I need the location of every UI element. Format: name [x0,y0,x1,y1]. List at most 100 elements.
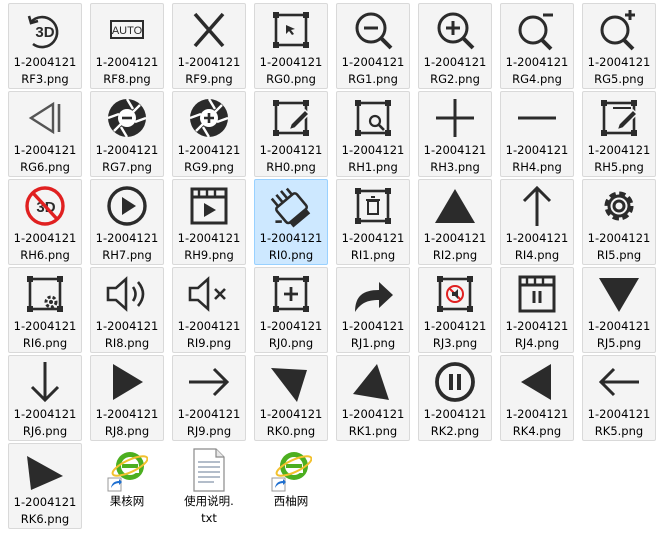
file-item[interactable]: 1-2004121 RH1.png [336,91,410,177]
file-item[interactable]: 1-2004121 RG6.png [8,91,82,177]
file-item[interactable]: 1-2004121 RJ5.png [582,267,656,353]
file-item[interactable]: 1-2004121 RG1.png [336,3,410,89]
file-item[interactable]: 1-2004121 RH5.png [582,91,656,177]
file-item[interactable]: 1-2004121 RK5.png [582,355,656,441]
file-name-line2: RF8.png [103,72,151,86]
file-item[interactable]: 1-2004121 RH0.png [254,91,328,177]
file-item[interactable]: 1-2004121 RF9.png [172,3,246,89]
file-item[interactable]: 1-2004121 RK4.png [500,355,574,441]
file-name-line2: RK1.png [348,424,398,438]
file-item[interactable]: 1-2004121 RG7.png [90,91,164,177]
file-item[interactable]: 3D 1-2004121 RF3.png [8,3,82,89]
file-name: 1-2004121 RJ0.png [255,318,327,352]
svg-text:3D: 3D [35,24,54,41]
file-name-line2: RI1.png [350,248,396,262]
play-circle-icon [95,182,159,232]
file-item[interactable]: 1-2004121 RI9.png [172,267,246,353]
shortcut-name-line2: txt [201,511,217,525]
shortcut-item[interactable]: 使用说明. txt [172,443,246,529]
file-item[interactable]: 1-2004121 RI0.png [254,179,328,265]
file-name-line2: RH4.png [512,160,562,174]
file-name: 1-2004121 RK4.png [501,406,573,440]
file-item[interactable]: 1-2004121 RK0.png [254,355,328,441]
file-item[interactable]: 1-2004121 RK2.png [418,355,492,441]
file-item[interactable]: 1-2004121 RG0.png [254,3,328,89]
file-name-line1: 1-2004121 [587,407,651,421]
file-name-line2: RG1.png [348,72,398,86]
file-name-line2: RJ3.png [432,336,478,350]
shortcut-item[interactable]: 西柚网 [254,443,328,529]
file-name-line1: 1-2004121 [13,319,77,333]
file-item[interactable]: 1-2004121 RJ9.png [172,355,246,441]
file-item[interactable]: 1-2004121 RI6.png [8,267,82,353]
file-item[interactable]: 1-2004121 RJ6.png [8,355,82,441]
file-name: 1-2004121 RG4.png [501,54,573,88]
file-name: 1-2004121 RI5.png [583,230,655,264]
file-item[interactable]: 3D 1-2004121 RH6.png [8,179,82,265]
file-item[interactable]: 1-2004121 RH9.png [172,179,246,265]
file-name-line2: RF9.png [185,72,233,86]
add-frame-icon [259,270,323,320]
ie-shortcut-icon [106,447,148,493]
muted-box-icon [423,270,487,320]
file-name: 1-2004121 RJ5.png [583,318,655,352]
file-item[interactable]: 1-2004121 RI5.png [582,179,656,265]
file-item[interactable]: 1-2004121 RG4.png [500,3,574,89]
file-item[interactable]: 1-2004121 RG2.png [418,3,492,89]
crop-edit-icon [587,94,651,144]
file-item[interactable]: AUTO 1-2004121 RF8.png [90,3,164,89]
aperture-plus-icon [177,94,241,144]
file-name-line1: 1-2004121 [177,231,241,245]
file-item[interactable]: 1-2004121 RI8.png [90,267,164,353]
file-name: 1-2004121 RI0.png [255,230,327,264]
file-name-line2: RI9.png [186,336,232,350]
file-name: 1-2004121 RJ3.png [419,318,491,352]
file-item[interactable]: 1-2004121 RH4.png [500,91,574,177]
file-name-line2: RJ9.png [186,424,232,438]
file-item[interactable]: 1-2004121 RH3.png [418,91,492,177]
file-item[interactable]: 1-2004121 RI1.png [336,179,410,265]
file-name: 1-2004121 RH0.png [255,142,327,176]
file-name: 1-2004121 RH1.png [337,142,409,176]
plus-icon [423,94,487,144]
file-item[interactable]: 1-2004121 RJ0.png [254,267,328,353]
file-name-line2: RI8.png [104,336,150,350]
file-name-line1: 1-2004121 [587,231,651,245]
file-name-line1: 1-2004121 [423,231,487,245]
file-name-line2: RH5.png [594,160,644,174]
volume-icon [95,270,159,320]
file-name-line1: 1-2004121 [95,55,159,69]
file-item[interactable]: 1-2004121 RG9.png [172,91,246,177]
file-name-line2: RH6.png [20,248,70,262]
file-item[interactable]: 1-2004121 RJ1.png [336,267,410,353]
file-name-line2: RG2.png [430,72,480,86]
triangle-down-right-icon [259,358,323,408]
triangle-down-icon [587,270,651,320]
file-name-line1: 1-2004121 [177,407,241,421]
file-item[interactable]: 1-2004121 RG5.png [582,3,656,89]
file-name: 1-2004121 RH6.png [9,230,81,264]
file-item[interactable]: 1-2004121 RJ8.png [90,355,164,441]
file-name-line2: RK5.png [594,424,644,438]
triangle-up-icon [423,182,487,232]
file-name-line2: RG4.png [512,72,562,86]
file-item[interactable]: 1-2004121 RI4.png [500,179,574,265]
file-name-line1: 1-2004121 [177,55,241,69]
triangle-left-icon [505,358,569,408]
file-item[interactable]: 1-2004121 RK6.png [8,443,82,529]
hand-pointer-icon [259,182,323,232]
file-name-line1: 1-2004121 [341,143,405,157]
file-name-line2: RI2.png [432,248,478,262]
3d-rotate-icon: 3D [13,6,77,56]
shortcut-name: 使用说明. txt [172,493,246,527]
file-item[interactable]: 1-2004121 RI2.png [418,179,492,265]
file-name-line1: 1-2004121 [341,55,405,69]
file-item[interactable]: 1-2004121 RJ4.png [500,267,574,353]
zoom-in-icon [423,6,487,56]
mute-icon [177,270,241,320]
file-item[interactable]: 1-2004121 RK1.png [336,355,410,441]
shortcut-item[interactable]: 果核网 [90,443,164,529]
file-item[interactable]: 1-2004121 RH7.png [90,179,164,265]
file-name: 1-2004121 RH9.png [173,230,245,264]
file-item[interactable]: 1-2004121 RJ3.png [418,267,492,353]
